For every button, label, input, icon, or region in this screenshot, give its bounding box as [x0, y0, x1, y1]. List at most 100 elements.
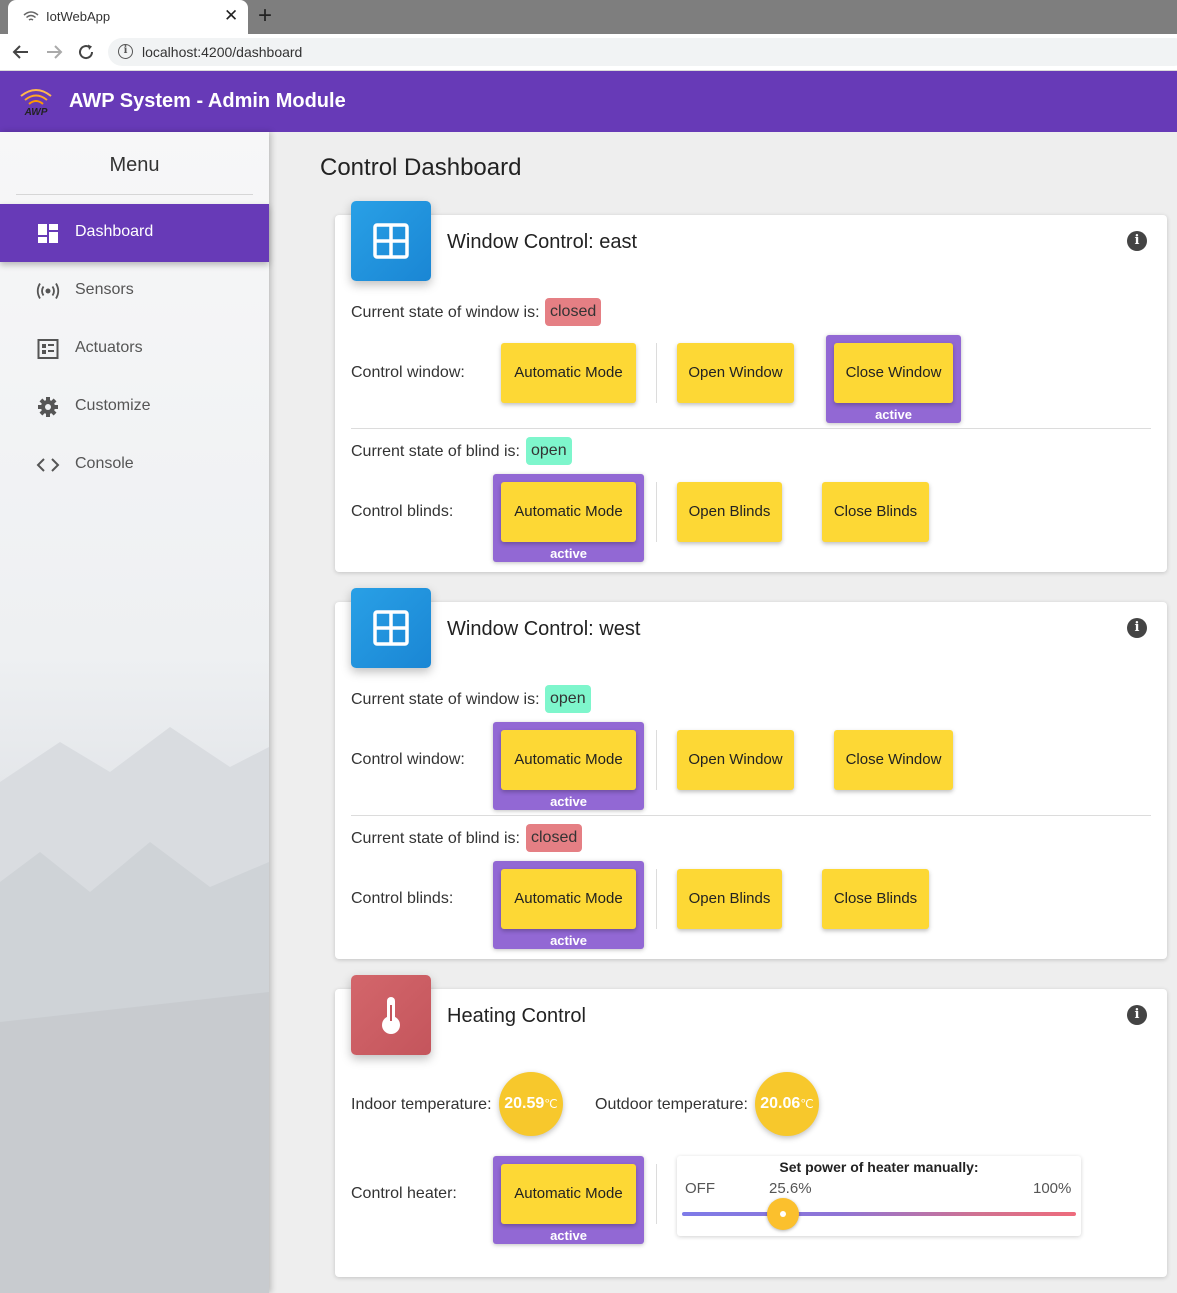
url-text[interactable]: localhost:4200/dashboard — [142, 44, 302, 60]
open-window-button[interactable]: Open Window — [677, 343, 794, 403]
card-title: Heating Control — [447, 1005, 586, 1027]
control-window-label: Control window: — [351, 751, 465, 768]
active-label: active — [550, 546, 587, 561]
outdoor-temp-value: 20.06℃ — [755, 1072, 819, 1136]
temp-unit: ℃ — [800, 1097, 814, 1111]
window-icon — [373, 610, 409, 646]
indoor-temp-value: 20.59℃ — [499, 1072, 563, 1136]
outdoor-temp-label: Outdoor temperature: — [595, 1096, 748, 1113]
dashboard-icon — [38, 224, 58, 243]
blind-state-badge: closed — [526, 824, 583, 852]
awp-logo: AWP — [20, 89, 52, 118]
heating-card-icon — [351, 975, 431, 1055]
indoor-temp-label: Indoor temperature: — [351, 1096, 492, 1113]
info-icon[interactable]: i — [1127, 618, 1147, 638]
automatic-mode-button[interactable]: Automatic Mode — [501, 343, 636, 403]
window-state-badge: open — [545, 685, 591, 713]
gear-icon — [38, 397, 58, 417]
automatic-mode-button[interactable]: Automatic Mode — [501, 730, 636, 790]
card-title: Window Control: west — [447, 618, 641, 640]
button-divider — [656, 343, 657, 403]
page-title: Control Dashboard — [320, 154, 522, 181]
sidebar-item-label: Customize — [75, 397, 151, 414]
url-field[interactable]: i localhost:4200/dashboard — [108, 38, 1177, 66]
svg-text:AWP: AWP — [24, 107, 48, 118]
window-state-label: Current state of window is: — [351, 691, 540, 708]
site-info-icon[interactable]: i — [118, 44, 133, 59]
new-tab-icon[interactable]: + — [258, 2, 272, 30]
close-window-button[interactable]: Close Window — [834, 343, 953, 403]
automatic-mode-button[interactable]: Automatic Mode — [501, 869, 636, 929]
sidebar-item-label: Sensors — [75, 281, 134, 298]
heater-power-slider[interactable] — [682, 1212, 1076, 1216]
forward-arrow-icon[interactable] — [42, 40, 66, 64]
slider-thumb[interactable] — [766, 1198, 799, 1230]
close-window-button[interactable]: Close Window — [834, 730, 953, 790]
sidebar-item-label: Actuators — [75, 339, 143, 356]
tab-title: IotWebApp — [46, 9, 111, 24]
slider-value-label: 25.6% — [769, 1180, 812, 1197]
tab-close-icon[interactable]: ✕ — [224, 6, 238, 26]
code-icon — [36, 458, 60, 472]
window-icon — [373, 223, 409, 259]
window-state-label: Current state of window is: — [351, 304, 540, 321]
control-window-label: Control window: — [351, 364, 465, 381]
sidebar-item-label: Dashboard — [75, 223, 154, 240]
app-title: AWP System - Admin Module — [69, 90, 346, 112]
slider-min-label: OFF — [685, 1180, 715, 1197]
sidebar: Menu Dashboard Sensors Actuators Customi… — [0, 132, 269, 1293]
browser-tab[interactable]: IotWebApp ✕ — [8, 0, 248, 34]
button-divider — [656, 482, 657, 542]
indoor-temp-number: 20.59 — [504, 1095, 545, 1112]
blind-state-badge: open — [526, 437, 572, 465]
automatic-mode-button[interactable]: Automatic Mode — [501, 482, 636, 542]
reload-icon[interactable] — [74, 40, 98, 64]
button-divider — [656, 730, 657, 790]
address-bar: i localhost:4200/dashboard — [0, 34, 1177, 71]
sidebar-item-console[interactable]: Console — [0, 436, 269, 494]
close-blinds-button[interactable]: Close Blinds — [822, 869, 929, 929]
open-blinds-button[interactable]: Open Blinds — [677, 869, 782, 929]
browser-tabstrip: IotWebApp ✕ + — [0, 0, 1177, 34]
menu-divider — [16, 194, 253, 195]
slider-title: Set power of heater manually: — [779, 1159, 979, 1175]
blind-state-label: Current state of blind is: — [351, 443, 520, 460]
automatic-mode-button[interactable]: Automatic Mode — [501, 1164, 636, 1224]
sidebar-item-dashboard[interactable]: Dashboard — [0, 204, 269, 262]
slider-max-label: 100% — [1033, 1180, 1072, 1197]
control-blinds-label: Control blinds: — [351, 890, 454, 907]
control-blinds-label: Control blinds: — [351, 503, 454, 520]
outdoor-temp-number: 20.06 — [760, 1095, 801, 1112]
window-control-card-west: Window Control: west i Current state of … — [335, 588, 1167, 959]
sidebar-item-sensors[interactable]: Sensors — [0, 262, 269, 320]
active-label: active — [550, 1228, 587, 1243]
temp-unit: ℃ — [544, 1097, 558, 1111]
sensors-icon — [36, 283, 60, 299]
back-arrow-icon[interactable] — [9, 40, 33, 64]
control-heater-label: Control heater: — [351, 1185, 457, 1202]
menu-title: Menu — [109, 154, 160, 176]
sidebar-item-customize[interactable]: Customize — [0, 378, 269, 436]
thermometer-icon — [382, 997, 400, 1034]
wifi-icon — [23, 11, 39, 21]
info-icon[interactable]: i — [1127, 1005, 1147, 1025]
section-divider — [351, 428, 1151, 429]
info-icon[interactable]: i — [1127, 231, 1147, 251]
sidebar-item-actuators[interactable]: Actuators — [0, 320, 269, 378]
blind-state-label: Current state of blind is: — [351, 830, 520, 847]
heating-control-card: Heating Control i Indoor temperature: 20… — [335, 975, 1167, 1277]
heater-power-panel: Set power of heater manually: OFF 25.6% … — [677, 1156, 1081, 1236]
open-window-button[interactable]: Open Window — [677, 730, 794, 790]
actuators-icon — [37, 339, 59, 359]
card-title: Window Control: east — [447, 231, 638, 253]
open-blinds-button[interactable]: Open Blinds — [677, 482, 782, 542]
active-label: active — [550, 794, 587, 809]
active-label: active — [550, 933, 587, 948]
section-divider — [351, 815, 1151, 816]
sidebar-item-label: Console — [75, 455, 134, 472]
close-blinds-button[interactable]: Close Blinds — [822, 482, 929, 542]
window-state-badge: closed — [545, 298, 602, 326]
mountain-background — [0, 727, 269, 1293]
window-card-icon — [351, 201, 431, 281]
active-label: active — [875, 407, 912, 422]
